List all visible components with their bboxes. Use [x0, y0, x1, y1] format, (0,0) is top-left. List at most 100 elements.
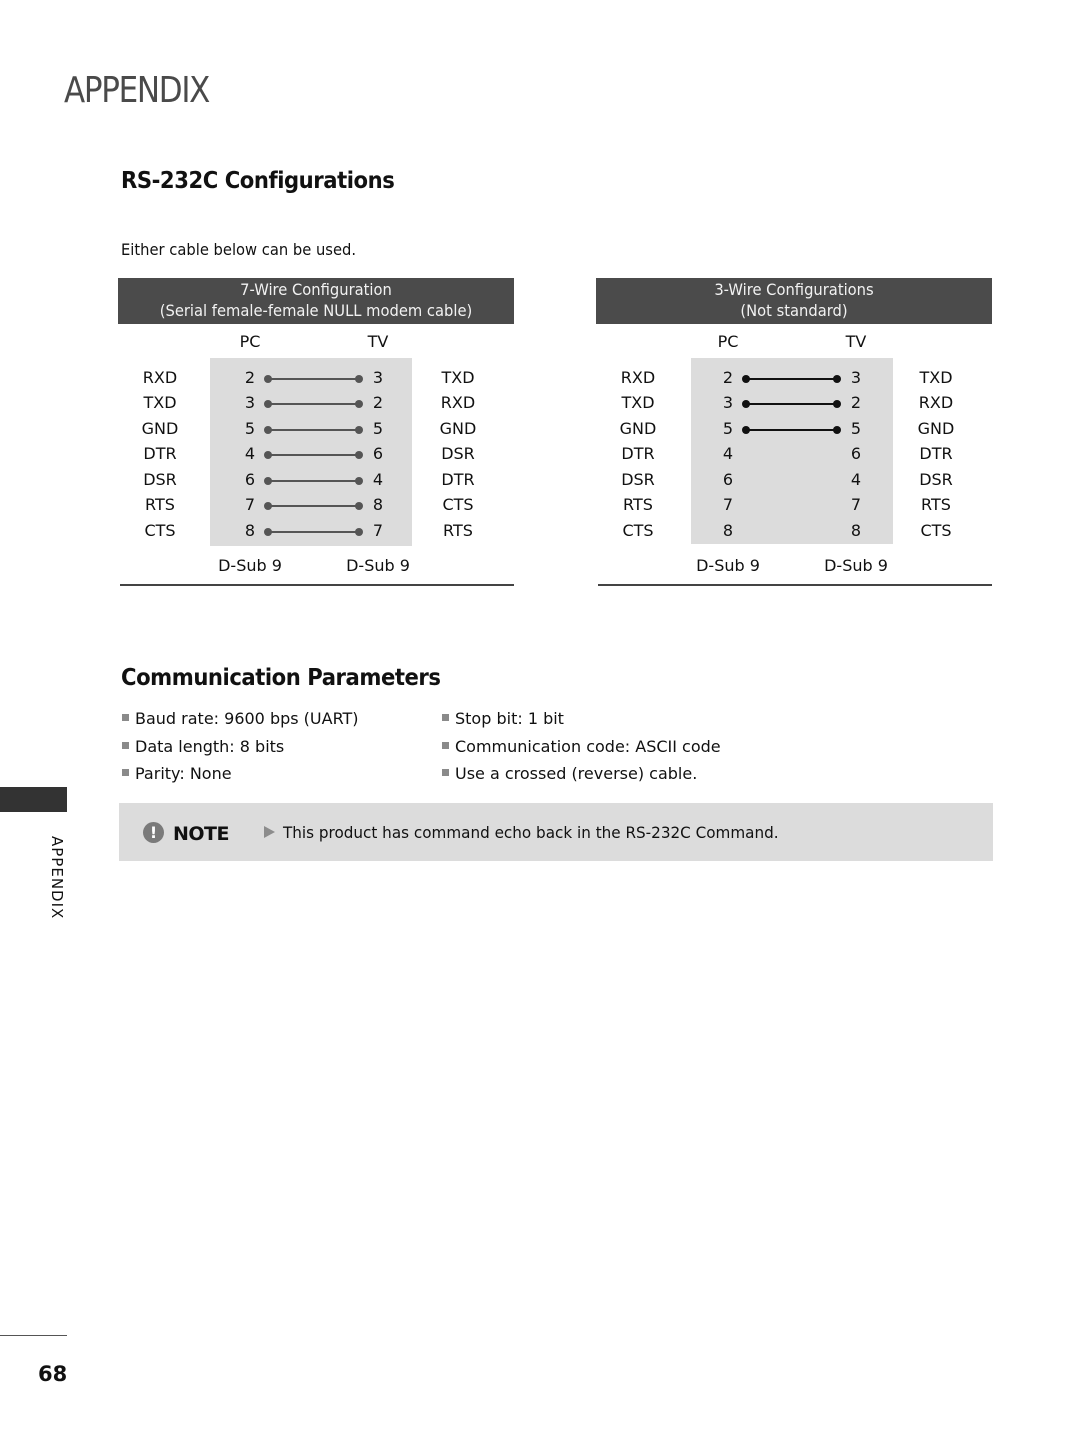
pc-signal: RTS [145, 495, 175, 514]
square-bullet-icon [442, 742, 449, 749]
pin-row: GND 5 5 GND [118, 416, 514, 441]
pin-row: RXD 2 3 TXD [596, 365, 992, 390]
comm-params-title: Communication Parameters [121, 665, 441, 691]
tv-signal: DTR [919, 444, 953, 463]
pc-pin: 6 [722, 470, 734, 489]
pc-signal: DTR [621, 444, 655, 463]
tv-pin: 6 [850, 444, 862, 463]
diagram-header-title: 7-Wire Configuration [240, 280, 392, 299]
tv-pin: 2 [850, 393, 862, 412]
tv-signal: TXD [441, 368, 475, 387]
pin-row: RXD 2 3 TXD [118, 365, 514, 390]
pc-pin: 3 [244, 393, 256, 412]
tv-signal: DSR [919, 470, 953, 489]
tv-pin: 3 [850, 368, 862, 387]
pc-signal: CTS [622, 521, 654, 540]
tv-signal: TXD [919, 368, 953, 387]
wire-connection [264, 451, 363, 459]
section-tab-label: APPENDIX [48, 836, 66, 920]
tv-signal: CTS [920, 521, 952, 540]
param-item: Baud rate: 9600 bps (UART) [122, 708, 359, 730]
pin-row: RTS 7 8 CTS [118, 492, 514, 517]
param-item: Communication code: ASCII code [442, 736, 721, 758]
pc-pin: 2 [722, 368, 734, 387]
pc-pin: 3 [722, 393, 734, 412]
tv-pin: 3 [372, 368, 384, 387]
pc-signal: RXD [620, 368, 656, 387]
diagram-header-subtitle: (Not standard) [740, 301, 848, 320]
square-bullet-icon [122, 742, 129, 749]
tv-pin: 5 [372, 419, 384, 438]
wire-connection [264, 375, 363, 383]
pc-signal: GND [619, 419, 657, 438]
rs232-section-title: RS-232C Configurations [121, 168, 395, 194]
pc-signal: CTS [144, 521, 176, 540]
pc-signal: TXD [143, 393, 177, 412]
wire-connection [264, 426, 363, 434]
tv-signal: DSR [441, 444, 475, 463]
triangle-right-icon [264, 826, 275, 838]
note-label: NOTE [173, 823, 230, 845]
pc-pin: 8 [244, 521, 256, 540]
wire-connection [742, 400, 841, 407]
pc-connector-label: D-Sub 9 [218, 556, 282, 575]
diagram-header: 7-Wire Configuration (Serial female-fema… [118, 278, 514, 324]
tv-pin: 4 [372, 470, 384, 489]
pc-label: PC [239, 332, 261, 351]
tv-pin: 5 [850, 419, 862, 438]
divider [120, 584, 514, 586]
pc-pin: 7 [244, 495, 256, 514]
pc-connector-label: D-Sub 9 [696, 556, 760, 575]
tv-signal: RXD [918, 393, 954, 412]
tv-pin: 7 [850, 495, 862, 514]
pc-pin: 4 [244, 444, 256, 463]
wire-connection [264, 502, 363, 510]
param-item: Data length: 8 bits [122, 736, 284, 758]
pin-row: DSR 6 4 DSR [596, 467, 992, 492]
pc-pin: 8 [722, 521, 734, 540]
pin-row: RTS 7 7 RTS [596, 492, 992, 517]
tv-pin: 2 [372, 393, 384, 412]
param-item: Use a crossed (reverse) cable. [442, 763, 697, 785]
wire-connection [742, 375, 841, 382]
tv-signal: RXD [440, 393, 476, 412]
tv-pin: 6 [372, 444, 384, 463]
pc-signal: TXD [621, 393, 655, 412]
footer-divider [0, 1335, 67, 1336]
param-item: Stop bit: 1 bit [442, 708, 564, 730]
tv-connector-label: D-Sub 9 [824, 556, 888, 575]
tv-signal: RTS [921, 495, 951, 514]
pc-pin: 5 [244, 419, 256, 438]
tv-label: TV [845, 332, 867, 351]
pc-signal: DSR [143, 470, 177, 489]
pc-signal: DTR [143, 444, 177, 463]
wire-connection [742, 426, 841, 433]
pc-pin: 6 [244, 470, 256, 489]
pc-pin: 5 [722, 419, 734, 438]
tv-pin: 8 [372, 495, 384, 514]
pc-signal: RXD [142, 368, 178, 387]
pin-row: CTS 8 7 RTS [118, 518, 514, 543]
square-bullet-icon [442, 714, 449, 721]
square-bullet-icon [442, 769, 449, 776]
wiring-diagram-3-wire: 3-Wire Configurations (Not standard) PC … [596, 278, 992, 588]
page-number: 68 [38, 1362, 68, 1386]
wire-connection [264, 477, 363, 485]
pin-row: DSR 6 4 DTR [118, 467, 514, 492]
pin-row: CTS 8 8 CTS [596, 518, 992, 543]
tv-connector-label: D-Sub 9 [346, 556, 410, 575]
pin-row: DTR 4 6 DSR [118, 441, 514, 466]
pin-row: TXD 3 2 RXD [596, 390, 992, 415]
tv-pin: 7 [372, 521, 384, 540]
diagram-header-subtitle: (Serial female-female NULL modem cable) [159, 301, 473, 320]
square-bullet-icon [122, 769, 129, 776]
page-title: APPENDIX [64, 70, 210, 111]
note-text: This product has command echo back in th… [283, 823, 779, 842]
pin-row: TXD 3 2 RXD [118, 390, 514, 415]
tv-pin: 8 [850, 521, 862, 540]
section-tab-marker [0, 787, 67, 812]
pc-pin: 2 [244, 368, 256, 387]
pin-row: DTR 4 6 DTR [596, 441, 992, 466]
tv-signal: RTS [443, 521, 473, 540]
pc-pin: 4 [722, 444, 734, 463]
